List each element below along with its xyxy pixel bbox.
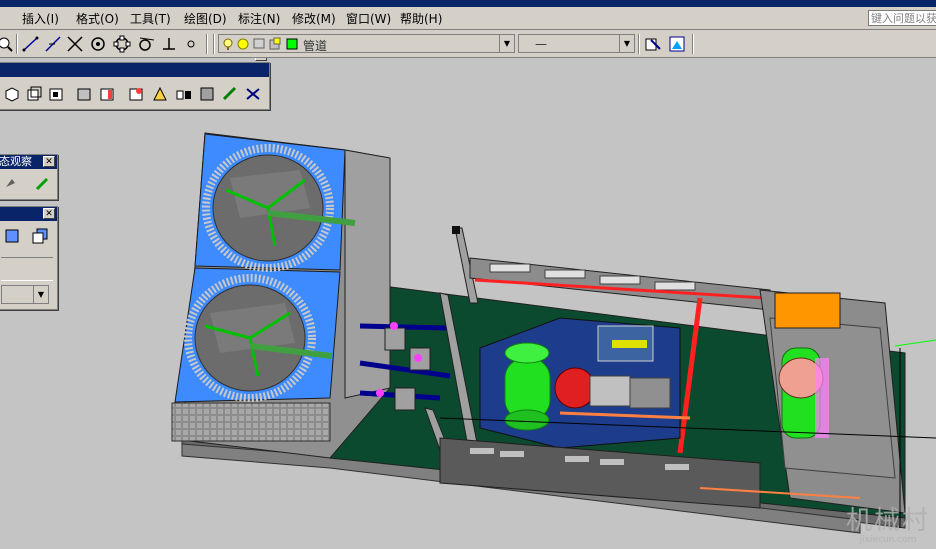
view-combo[interactable]: ▼ <box>1 285 49 304</box>
cube-icon[interactable] <box>47 85 65 103</box>
front-view-icon[interactable] <box>3 227 21 245</box>
menu-bar: 插入(I) 格式(O) 工具(T) 绘图(D) 标注(N) 修改(M) 窗口(W… <box>0 7 936 30</box>
skid-window-1 <box>489 263 531 273</box>
menu-window[interactable]: 窗口(W) <box>346 10 391 27</box>
view-toolbar-divider <box>1 257 53 281</box>
design-center-icon[interactable] <box>668 35 686 53</box>
menu-dimension[interactable]: 标注(N) <box>238 10 280 27</box>
layer-combo-value: 管道 <box>303 39 328 53</box>
ask-question-input[interactable]: 键入问题以获 <box>868 10 936 26</box>
front-vent-4 <box>600 459 624 465</box>
shading-toolbar-title <box>0 63 269 77</box>
standard-toolbar: 管道 ▼ — ▼ <box>0 30 936 58</box>
shade-flat-icon[interactable] <box>98 85 116 103</box>
front-vent-1 <box>470 448 494 454</box>
control-panel-yellow <box>612 340 647 348</box>
linetype-combo-value: — <box>535 37 547 51</box>
valve-magenta-3 <box>376 389 384 397</box>
box-icon[interactable] <box>3 85 21 103</box>
pump-3 <box>394 387 416 411</box>
view-toolbar: ✕ ▼ <box>0 206 58 310</box>
pan-icon[interactable] <box>3 175 21 193</box>
menu-insert[interactable]: 插入(I) <box>22 10 59 27</box>
watermark: 机械村 jixiecun.com <box>846 507 930 545</box>
wedge-icon[interactable] <box>25 85 43 103</box>
cooling-tower-grille <box>171 402 331 442</box>
drawing-viewport[interactable]: ✕ 态观察 ✕ ✕ ▼ 机械村 jixiecun.com <box>0 58 936 549</box>
toolbar-separator <box>213 34 215 54</box>
zoom-icon[interactable] <box>0 35 14 53</box>
front-vent-3 <box>565 456 589 462</box>
properties-icon[interactable] <box>644 35 662 53</box>
mapping-icon[interactable] <box>221 85 239 103</box>
orbit-icon[interactable] <box>33 175 51 193</box>
orange-cabinet <box>774 292 841 329</box>
quadrant-icon[interactable] <box>113 35 131 53</box>
pump-1 <box>384 327 406 351</box>
valve-magenta-1 <box>390 322 398 330</box>
menu-tools[interactable]: 工具(T) <box>130 10 171 27</box>
front-vent-5 <box>665 464 689 470</box>
node-icon[interactable] <box>182 35 200 53</box>
xline-icon[interactable] <box>66 35 84 53</box>
shading-toolbar: ✕ <box>0 58 270 110</box>
title-bar <box>0 0 936 7</box>
model-view <box>171 132 936 534</box>
menu-modify[interactable]: 修改(M) <box>292 10 336 27</box>
scene-icon[interactable] <box>151 85 169 103</box>
iso-view-icon[interactable] <box>31 227 49 245</box>
orbit-toolbar: 态观察 ✕ <box>0 154 58 200</box>
close-icon[interactable]: ✕ <box>43 156 55 167</box>
line-icon[interactable] <box>22 35 40 53</box>
toolbar-separator <box>206 34 208 54</box>
close-icon[interactable]: ✕ <box>43 208 55 219</box>
toolbar-separator <box>692 34 694 54</box>
menu-format[interactable]: 格式(O) <box>76 10 119 27</box>
toolbar-separator <box>638 34 640 54</box>
chevron-down-icon[interactable]: ▼ <box>499 35 514 52</box>
background-icon[interactable] <box>244 85 262 103</box>
menu-help[interactable]: 帮助(H) <box>400 10 442 27</box>
shade-box-icon[interactable] <box>75 85 93 103</box>
front-vent-2 <box>500 451 524 457</box>
layer-combo[interactable]: 管道 ▼ <box>218 34 515 53</box>
perpendicular-icon[interactable] <box>160 35 178 53</box>
skid-window-4 <box>654 281 696 291</box>
valve-magenta-2 <box>414 354 422 362</box>
antenna-cap <box>452 226 460 234</box>
cooling-tower-side <box>344 149 391 399</box>
watermark-url: jixiecun.com <box>859 535 917 545</box>
close-icon[interactable]: ✕ <box>255 58 267 61</box>
tangent-icon[interactable] <box>137 35 155 53</box>
light-icon[interactable] <box>175 85 193 103</box>
ray-icon[interactable] <box>44 35 62 53</box>
linetype-combo[interactable]: — ▼ <box>518 34 635 53</box>
menu-draw[interactable]: 绘图(D) <box>184 10 227 27</box>
circle-center-icon[interactable] <box>89 35 107 53</box>
green-tank <box>504 342 551 431</box>
skid-window-3 <box>599 275 641 285</box>
layer-state-icon <box>223 37 298 50</box>
vessel-right <box>778 347 829 439</box>
watermark-text: 机械村 <box>845 506 930 536</box>
materials-icon[interactable] <box>198 85 216 103</box>
toolbar-separator <box>16 34 18 54</box>
chevron-down-icon[interactable]: ▼ <box>33 286 48 303</box>
axis-line-green <box>894 339 936 347</box>
skid-window-2 <box>544 269 586 279</box>
render-icon[interactable] <box>127 85 145 103</box>
chevron-down-icon[interactable]: ▼ <box>619 35 634 52</box>
